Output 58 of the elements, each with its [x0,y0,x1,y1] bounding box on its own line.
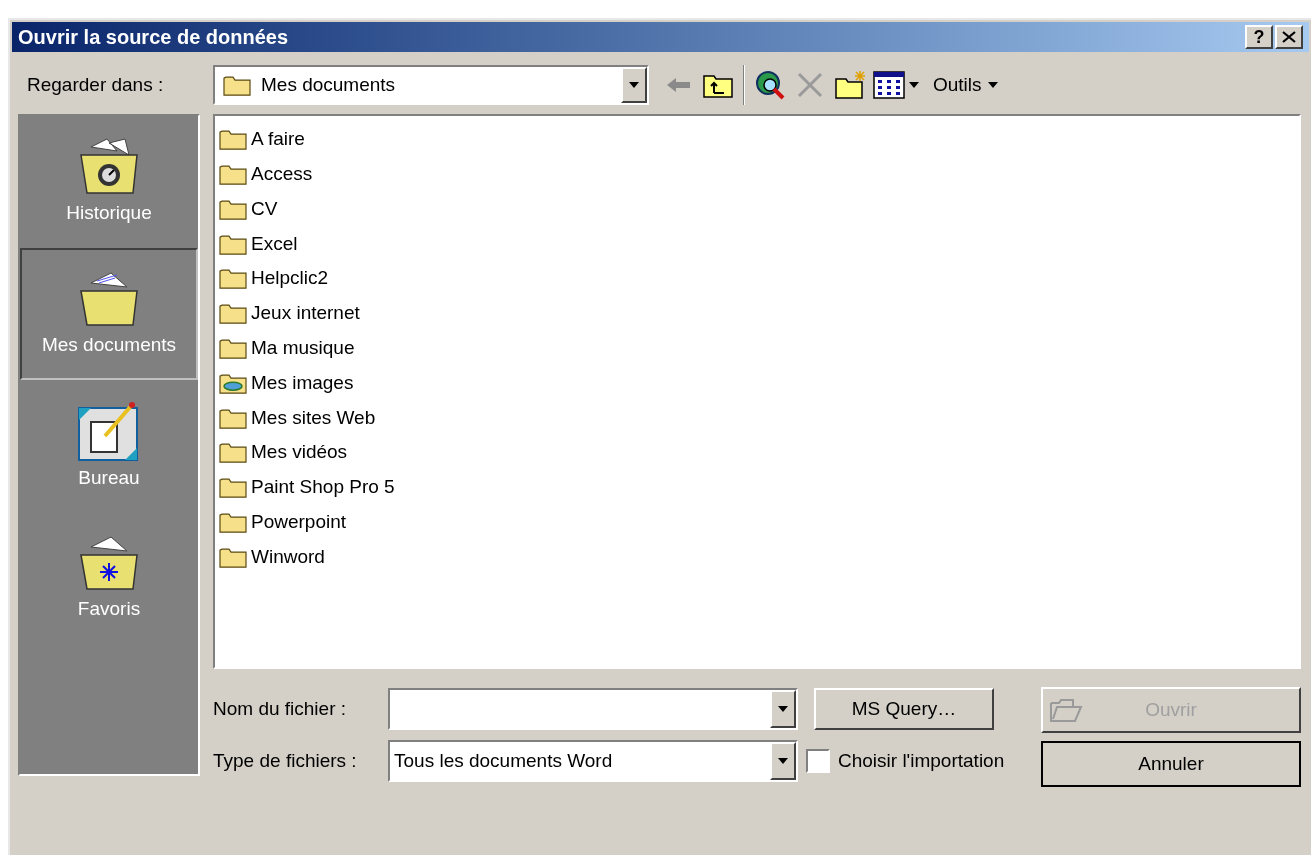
file-list-item[interactable]: Jeux internet [219,296,1299,331]
file-name-field[interactable] [388,688,798,730]
dropdown-button[interactable] [621,67,647,103]
ms-query-button[interactable]: MS Query… [814,688,994,730]
folder-icon [219,267,247,290]
caret-icon [987,82,998,88]
note-pencil-icon [77,399,141,462]
window-title: Ouvrir la source de données [18,25,289,50]
file-list-item[interactable]: Mes vidéos [219,435,1299,470]
open-folder-icon [1049,697,1083,723]
folder-icon [219,476,247,499]
import-checkbox[interactable] [806,749,830,773]
file-list-item[interactable]: CV [219,191,1299,227]
folder-clock-icon [77,136,141,197]
globe-search-icon [754,69,786,101]
help-button[interactable]: ? [1245,25,1273,49]
new-folder-icon [834,70,868,100]
places-item[interactable]: Bureau [20,380,198,512]
look-in-dropdown[interactable]: Mes documents [213,65,649,105]
cancel-button[interactable]: Annuler [1041,741,1301,787]
folder-icon [219,302,247,325]
views-button[interactable] [873,71,919,99]
back-arrow-icon [666,76,692,94]
places-item[interactable]: Historique [20,116,198,248]
dropdown-arrow-icon [777,757,789,765]
dropdown-value: Mes documents [261,72,396,97]
close-button[interactable] [1275,25,1303,49]
file-list-item[interactable]: Mes sites Web [219,400,1299,436]
file-list-item[interactable]: Helpclic2 [219,261,1299,296]
caret-icon [909,82,919,88]
dropdown-button[interactable] [770,690,796,728]
delete-icon [796,71,824,99]
folder-icon [219,337,247,360]
file-list-item[interactable]: A faire [219,122,1299,157]
dropdown-arrow-icon [628,81,640,89]
grid-view-icon [873,71,905,99]
file-list-item[interactable]: Ma musique [219,330,1299,366]
folder-icon [219,163,247,186]
file-list-item[interactable]: Mes images [219,365,1299,401]
file-list-item[interactable]: Winword [219,539,1299,575]
file-list-item[interactable]: Powerpoint [219,504,1299,540]
places-item[interactable]: Favoris [20,512,198,644]
folder-icon [219,128,247,151]
dropdown-value: Tous les documents Word [393,748,614,773]
file-list-item[interactable]: Access [219,156,1299,192]
dropdown-arrow-icon [777,705,789,713]
close-icon [1282,31,1296,43]
file-name-label: Nom du fichier : [213,696,348,721]
dropdown-button[interactable] [770,742,796,780]
file-type-label: Type de fichiers : [213,748,358,773]
file-list-item[interactable]: Excel [219,226,1299,262]
look-in-label: Regarder dans : [27,72,165,97]
tools-menu[interactable]: Outils [933,65,998,105]
folder-icon [219,441,247,464]
places-item[interactable]: Mes documents [20,248,198,380]
import-label: Choisir l'importation [838,748,1005,773]
file-type-dropdown[interactable]: Tous les documents Word [388,740,798,782]
file-list-item[interactable]: Paint Shop Pro 5 [219,469,1299,505]
